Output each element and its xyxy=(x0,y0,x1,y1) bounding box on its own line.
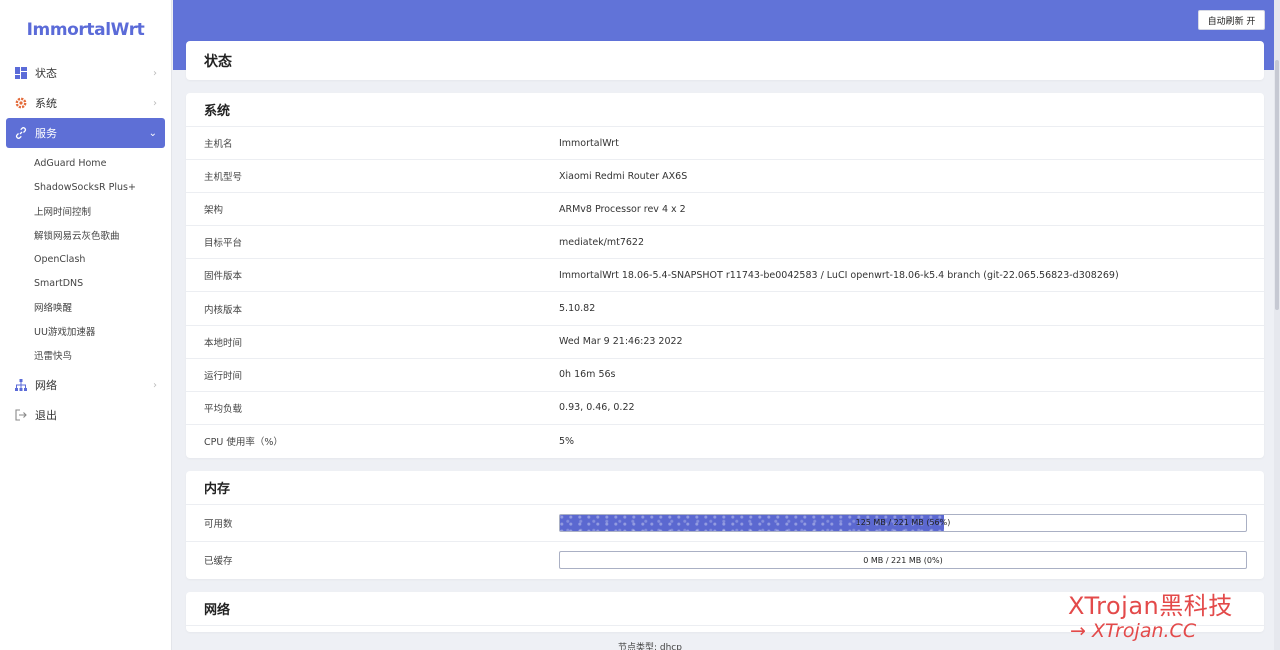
row-key: 运行时间 xyxy=(204,370,243,382)
sidebar: ImmortalWrt 状态 › 系统 › 服务 ⌄ AdGuard Home … xyxy=(0,0,172,650)
row-key: 主机名 xyxy=(204,139,233,151)
table-row: 主机名 ImmortalWrt xyxy=(186,127,1264,161)
sidebar-item-label: 服务 xyxy=(35,127,57,140)
row-value: Xiaomi Redmi Router AX6S xyxy=(559,170,688,182)
table-row: 运行时间 0h 16m 56s xyxy=(186,359,1264,392)
table-row: 本地时间 Wed Mar 9 21:46:23 2022 xyxy=(186,326,1264,359)
scrollbar[interactable] xyxy=(1274,0,1280,650)
row-key: 固件版本 xyxy=(204,271,243,283)
chevron-right-icon: › xyxy=(153,379,157,391)
logo[interactable]: ImmortalWrt xyxy=(0,0,171,58)
row-key: CPU 使用率（%） xyxy=(204,437,283,449)
page-title: 状态 xyxy=(204,53,232,70)
table-row: 固件版本 ImmortalWrt 18.06-5.4-SNAPSHOT r1174… xyxy=(186,259,1264,293)
sidebar-item-logout[interactable]: 退出 xyxy=(0,400,171,430)
row-key: 目标平台 xyxy=(204,238,243,250)
row-key: 本地时间 xyxy=(204,337,243,349)
row-key: 可用数 xyxy=(204,518,233,530)
row-value: ARMv8 Processor rev 4 x 2 xyxy=(559,203,686,215)
section-title: 内存 xyxy=(186,471,1264,505)
submenu-item[interactable]: 网络唤醒 xyxy=(0,295,171,319)
chevron-right-icon: › xyxy=(153,97,157,109)
table-row: 架构 ARMv8 Processor rev 4 x 2 xyxy=(186,193,1264,227)
row-value: 5.10.82 xyxy=(559,303,596,315)
row-value: 0h 16m 56s xyxy=(559,369,616,381)
progress-bar: 125 MB / 221 MB (56%) xyxy=(559,513,1247,532)
submenu-item[interactable]: AdGuard Home xyxy=(0,151,171,175)
sidebar-item-services[interactable]: 服务 ⌄ xyxy=(6,118,165,148)
sidebar-item-label: 状态 xyxy=(35,67,57,80)
watermark-url: → XTrojan.CC xyxy=(1070,620,1197,642)
row-key: 架构 xyxy=(204,205,224,217)
logout-icon xyxy=(15,409,27,421)
row-key: 主机型号 xyxy=(204,172,243,184)
sidebar-item-label: 系统 xyxy=(35,97,57,110)
page-title-card: 状态 xyxy=(186,41,1264,80)
row-key: 已缓存 xyxy=(204,556,233,568)
system-table: 主机名 ImmortalWrt 主机型号 Xiaomi Redmi Router A… xyxy=(186,127,1264,458)
memory-row: 可用数 125 MB / 221 MB (56%) xyxy=(186,505,1264,542)
row-value: 5% xyxy=(559,435,575,447)
chevron-right-icon: › xyxy=(153,67,157,79)
link-icon xyxy=(15,127,27,139)
submenu-item[interactable]: 迅雷快鸟 xyxy=(0,343,171,367)
row-key: 平均负载 xyxy=(204,403,243,415)
dashboard-icon xyxy=(15,67,27,79)
scrollbar-thumb[interactable] xyxy=(1275,60,1279,310)
table-row: 主机型号 Xiaomi Redmi Router AX6S xyxy=(186,160,1264,194)
services-submenu: AdGuard Home ShadowSocksR Plus+ 上网时间控制 解… xyxy=(0,148,171,370)
submenu-item[interactable]: 解锁网易云灰色歌曲 xyxy=(0,223,171,247)
table-row: 目标平台 mediatek/mt7622 xyxy=(186,226,1264,260)
system-card: 系统 主机名 ImmortalWrt 主机型号 Xiaomi Redmi Route… xyxy=(186,93,1264,458)
row-value: ImmortalWrt xyxy=(559,137,619,149)
progress-bar: 0 MB / 221 MB (0%) xyxy=(559,551,1247,570)
table-row: CPU 使用率（%） 5% xyxy=(186,425,1264,458)
chevron-down-icon: ⌄ xyxy=(148,127,157,139)
sidebar-item-status[interactable]: 状态 › xyxy=(0,58,171,88)
memory-card: 内存 可用数 125 MB / 221 MB (56%) 已缓存 0 MB / … xyxy=(186,470,1264,579)
sidebar-item-system[interactable]: 系统 › xyxy=(0,88,171,118)
network-icon xyxy=(15,379,27,391)
network-peek-text: 节点类型: dhcp xyxy=(618,642,682,650)
row-value: 0.93, 0.46, 0.22 xyxy=(559,402,635,414)
submenu-item[interactable]: SmartDNS xyxy=(0,271,171,295)
gear-icon xyxy=(15,97,27,109)
memory-row: 已缓存 0 MB / 221 MB (0%) xyxy=(186,542,1264,579)
submenu-item[interactable]: OpenClash xyxy=(0,247,171,271)
table-row: 平均负载 0.93, 0.46, 0.22 xyxy=(186,392,1264,425)
row-value: Wed Mar 9 21:46:23 2022 xyxy=(559,336,683,348)
table-row: 内核版本 5.10.82 xyxy=(186,292,1264,326)
submenu-item[interactable]: 上网时间控制 xyxy=(0,199,171,223)
progress-text: 0 MB / 221 MB (0%) xyxy=(863,555,943,565)
main-content: 状态 系统 主机名 ImmortalWrt 主机型号 Xiaomi Redmi Ro… xyxy=(186,41,1264,650)
progress-text: 125 MB / 221 MB (56%) xyxy=(855,518,951,528)
row-value: mediatek/mt7622 xyxy=(559,236,645,248)
section-title: 系统 xyxy=(186,93,1264,127)
auto-refresh-button[interactable]: 自动刷新 开 xyxy=(1198,10,1265,30)
sidebar-item-network[interactable]: 网络 › xyxy=(0,370,171,400)
submenu-item[interactable]: ShadowSocksR Plus+ xyxy=(0,175,171,199)
sidebar-item-label: 网络 xyxy=(35,379,57,392)
submenu-item[interactable]: UU游戏加速器 xyxy=(0,319,171,343)
sidebar-item-label: 退出 xyxy=(35,409,57,422)
watermark-title: XTrojan黑科技 xyxy=(1068,592,1233,620)
row-key: 内核版本 xyxy=(204,304,243,316)
row-value: ImmortalWrt 18.06-5.4-SNAPSHOT r11743-be… xyxy=(559,269,1119,281)
